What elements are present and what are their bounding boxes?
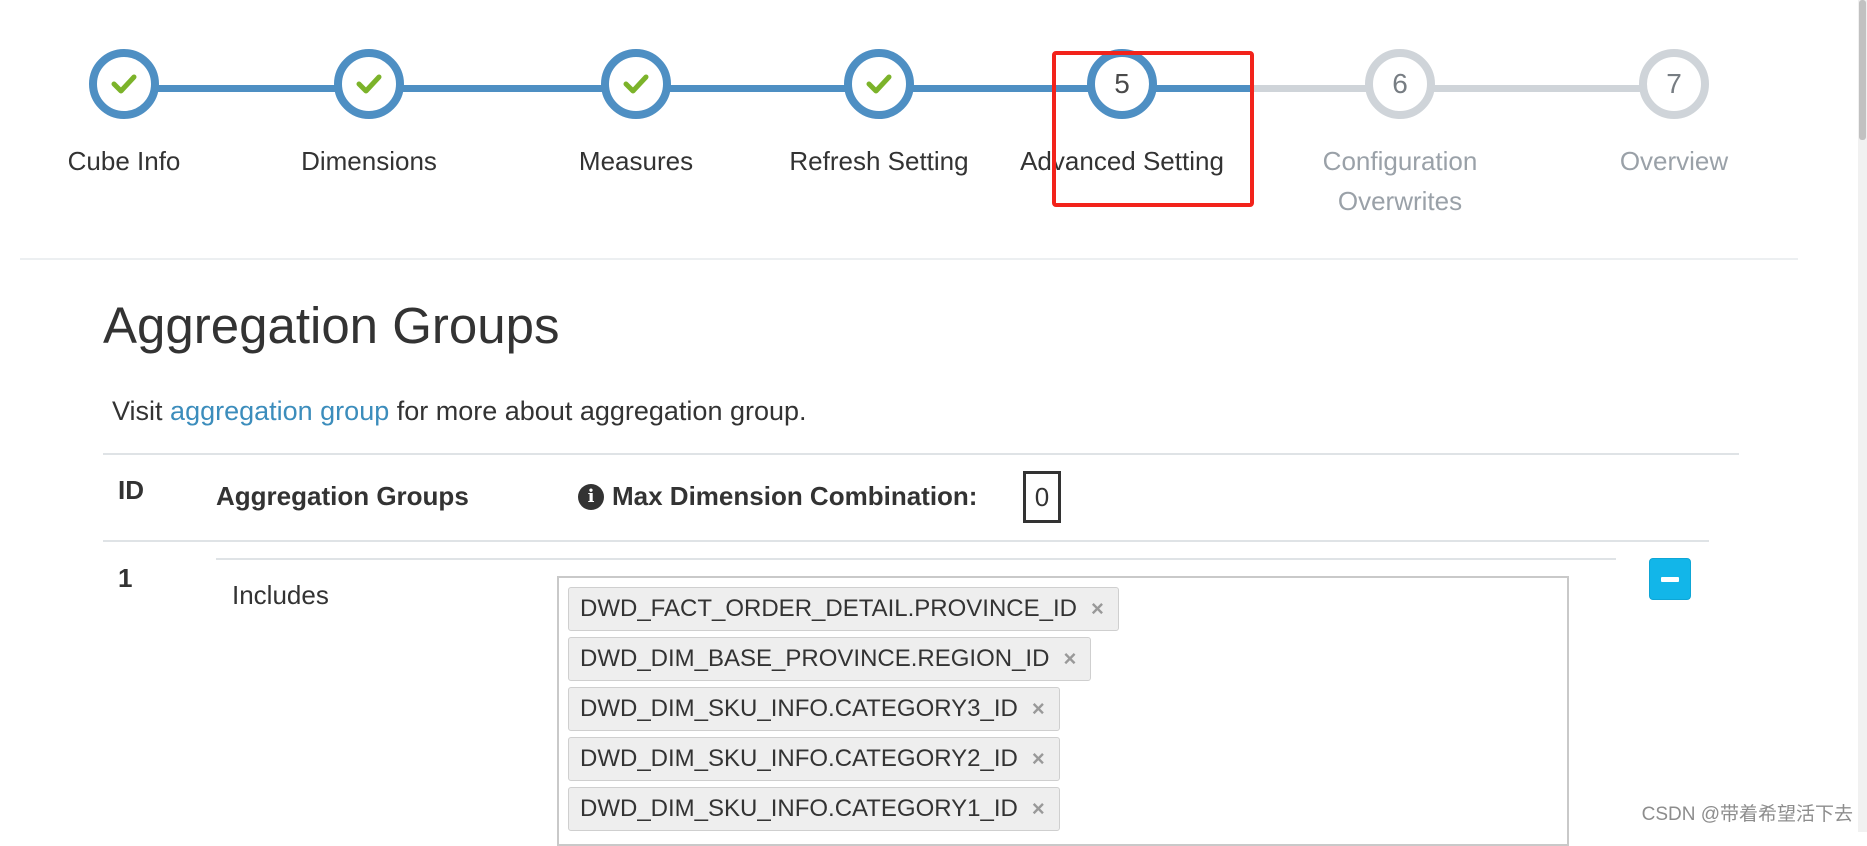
max-dimension-input[interactable]: 0 (1023, 471, 1061, 523)
tag-label: DWD_DIM_BASE_PROVINCE.REGION_ID (580, 645, 1050, 672)
wizard-step-overview[interactable]: 7 Overview (1559, 49, 1789, 181)
info-icon[interactable]: i (578, 483, 604, 510)
tag-label: DWD_DIM_SKU_INFO.CATEGORY3_ID (580, 695, 1018, 722)
row-divider (216, 558, 1616, 560)
header-divider (103, 540, 1709, 542)
include-tag: DWD_DIM_SKU_INFO.CATEGORY2_ID × (568, 737, 1060, 781)
tag-label: DWD_DIM_SKU_INFO.CATEGORY2_ID (580, 745, 1018, 772)
annotation-highlight-box (1052, 51, 1254, 207)
step-circle (89, 49, 159, 119)
aggregation-group-link[interactable]: aggregation group (170, 396, 389, 426)
wizard-step-configuration-overwrites[interactable]: 6 Configuration Overwrites (1285, 49, 1515, 221)
check-icon (356, 74, 382, 94)
minus-icon (1661, 576, 1679, 582)
page-title: Aggregation Groups (103, 297, 560, 354)
intro-text: Visit aggregation group for more about a… (112, 396, 807, 427)
step-label: Refresh Setting (789, 146, 969, 176)
step-number: 6 (1365, 49, 1435, 119)
step-label: Overview (1619, 146, 1729, 176)
step-label: Cube Info (67, 146, 181, 176)
column-header-max-dimension: i Max Dimension Combination: (578, 481, 977, 512)
check-icon (111, 74, 137, 94)
column-header-aggregation-groups: Aggregation Groups (216, 481, 469, 511)
intro-suffix: for more about aggregation group. (396, 396, 807, 426)
check-icon (623, 74, 649, 94)
tag-label: DWD_DIM_SKU_INFO.CATEGORY1_ID (580, 795, 1018, 822)
include-tag: DWD_DIM_SKU_INFO.CATEGORY1_ID × (568, 787, 1060, 831)
step-label: Configuration Overwrites (1322, 146, 1478, 216)
wizard-step-measures[interactable]: Measures (521, 49, 751, 181)
include-tag: DWD_FACT_ORDER_DETAIL.PROVINCE_ID × (568, 587, 1119, 631)
step-circle (601, 49, 671, 119)
step-label: Dimensions (301, 146, 437, 176)
includes-tag-input[interactable]: DWD_FACT_ORDER_DETAIL.PROVINCE_ID × DWD_… (557, 576, 1569, 846)
intro-prefix: Visit (112, 396, 163, 426)
scrollbar-thumb[interactable] (1859, 0, 1866, 140)
remove-aggregation-group-button[interactable] (1649, 558, 1691, 600)
step-circle (334, 49, 404, 119)
tag-remove-icon[interactable]: × (1032, 796, 1045, 822)
step-label: Measures (578, 146, 694, 176)
include-tag: DWD_DIM_BASE_PROVINCE.REGION_ID × (568, 637, 1092, 681)
row-id: 1 (118, 563, 133, 593)
wizard-step-cube-info[interactable]: Cube Info (9, 49, 239, 181)
step-number: 7 (1639, 49, 1709, 119)
wizard-step-refresh-setting[interactable]: Refresh Setting (764, 49, 994, 181)
includes-label: Includes (232, 580, 329, 610)
table-top-border (103, 453, 1739, 455)
column-header-id: ID (118, 475, 144, 505)
wizard-stepper: Cube Info Dimensions Measures Refresh Se… (0, 0, 1820, 260)
include-tag: DWD_DIM_SKU_INFO.CATEGORY3_ID × (568, 687, 1060, 731)
tag-remove-icon[interactable]: × (1063, 646, 1076, 672)
tag-remove-icon[interactable]: × (1091, 596, 1104, 622)
tag-remove-icon[interactable]: × (1032, 746, 1045, 772)
check-icon (866, 74, 892, 94)
max-dimension-label: Max Dimension Combination: (612, 481, 978, 511)
divider (20, 258, 1798, 260)
wizard-step-dimensions[interactable]: Dimensions (254, 49, 484, 181)
tag-remove-icon[interactable]: × (1032, 696, 1045, 722)
step-circle (844, 49, 914, 119)
watermark: CSDN @带着希望活下去 (1641, 804, 1853, 825)
tag-label: DWD_FACT_ORDER_DETAIL.PROVINCE_ID (580, 595, 1077, 622)
